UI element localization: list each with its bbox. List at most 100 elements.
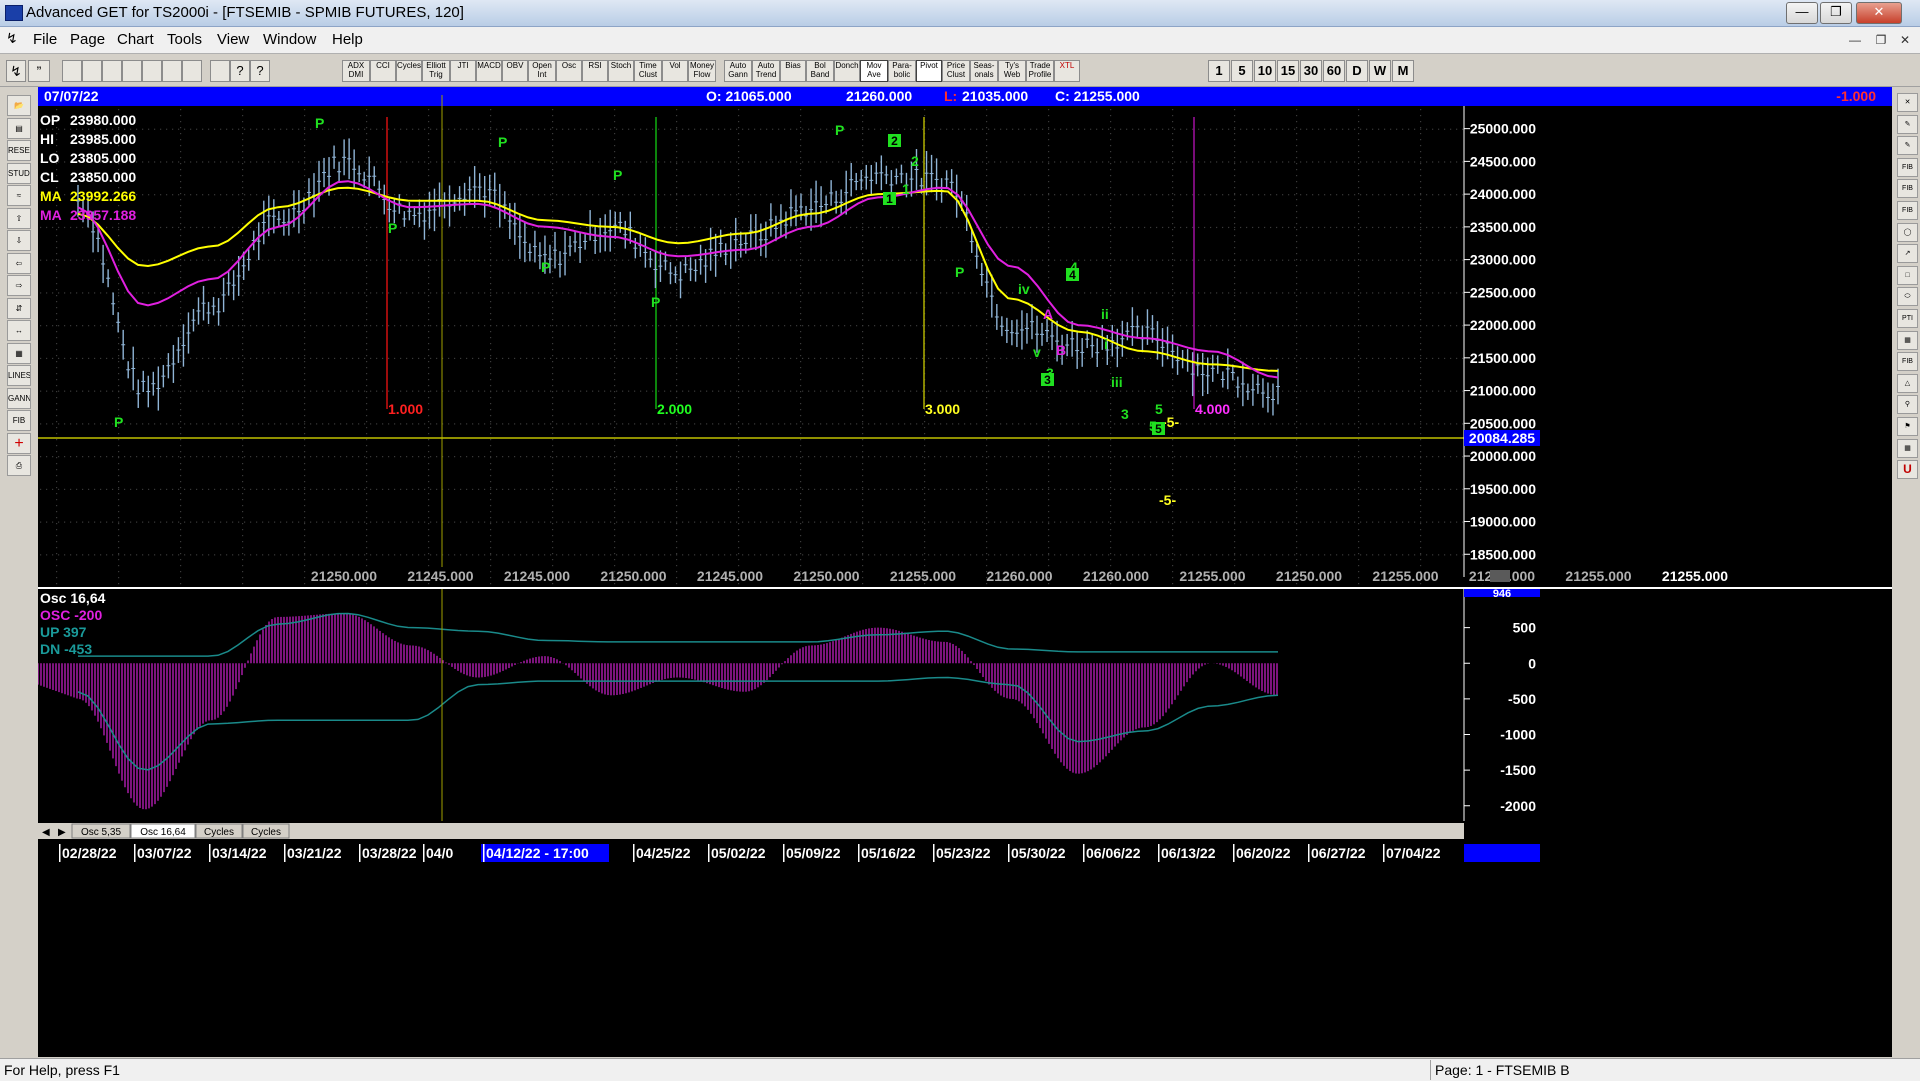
timeframe-button-D[interactable]: D — [1346, 60, 1368, 82]
doc-icon[interactable]: ↯ — [6, 30, 18, 47]
zoom-icon[interactable] — [1490, 570, 1510, 582]
tool-reset-icon[interactable]: RESET — [7, 140, 31, 161]
timeframe-button-15[interactable]: 15 — [1277, 60, 1299, 82]
rtool-arc-icon[interactable]: ◯ — [1897, 223, 1918, 242]
study-button-7[interactable]: Open Int — [528, 60, 556, 82]
timeframe-button-W[interactable]: W — [1369, 60, 1391, 82]
tool-gann-icon[interactable]: GANN — [7, 388, 31, 409]
tool-open-icon[interactable]: 📂 — [7, 95, 31, 116]
tool-print-icon[interactable]: ⎙ — [7, 455, 31, 476]
study-button-19[interactable]: Mov Ave — [860, 60, 888, 82]
cursor-icon[interactable]: ↯ — [6, 60, 26, 82]
close-chart-icon[interactable] — [162, 60, 182, 82]
mdi-minimize-button[interactable]: — — [1846, 32, 1864, 48]
menu-page[interactable]: Page — [70, 31, 105, 48]
menu-tools[interactable]: Tools — [167, 31, 202, 48]
rtool-ellipse-icon[interactable]: ⬭ — [1897, 287, 1918, 306]
study-button-11[interactable]: Time Clust — [634, 60, 662, 82]
minimize-button[interactable]: — — [1786, 2, 1818, 24]
mdi-close-button[interactable]: ✕ — [1896, 32, 1914, 48]
rtool-grid-icon[interactable]: ▦ — [1897, 331, 1918, 350]
rtool-fib-ret-icon[interactable]: FIB — [1897, 158, 1918, 177]
tool-cross-icon[interactable]: + — [7, 433, 31, 454]
new-page-icon[interactable] — [62, 60, 82, 82]
rtool-ray-icon[interactable]: ↗ — [1897, 244, 1918, 263]
study-button-8[interactable]: Osc — [556, 60, 582, 82]
copy-icon[interactable] — [82, 60, 102, 82]
study-button-16[interactable]: Bias — [780, 60, 806, 82]
tool-left-icon[interactable]: ⇦ — [7, 253, 31, 274]
study-button-0[interactable]: ADX DMI — [342, 60, 370, 82]
timeframe-button-5[interactable]: 5 — [1231, 60, 1253, 82]
study-button-17[interactable]: Bol Band — [806, 60, 834, 82]
study-button-3[interactable]: Elliott Trig — [422, 60, 450, 82]
tool-compress-icon[interactable]: ⇵ — [7, 298, 31, 319]
study-button-6[interactable]: OBV — [502, 60, 528, 82]
study-button-13[interactable]: Money Flow — [688, 60, 716, 82]
tab-prev-arrow[interactable]: ◀ — [42, 827, 50, 838]
rtool-box-icon[interactable]: □ — [1897, 266, 1918, 285]
timeframe-button-M[interactable]: M — [1392, 60, 1414, 82]
chart-window[interactable]: 07/07/22 O: 21065.000 21260.000 L: 21035… — [38, 87, 1892, 1057]
study-button-22[interactable]: Price Clust — [942, 60, 970, 82]
rtool-x-icon[interactable]: ✕ — [1897, 93, 1918, 112]
tool-elliott-icon[interactable]: ≈ — [7, 185, 31, 206]
tool-down-icon[interactable]: ⇩ — [7, 230, 31, 251]
study-button-26[interactable]: XTL — [1054, 60, 1080, 82]
rtool-zoom-icon[interactable]: ⚲ — [1897, 395, 1918, 414]
print-icon[interactable] — [210, 60, 230, 82]
study-button-21[interactable]: Pivot — [916, 60, 942, 82]
rtool-fib-ext-icon[interactable]: FIB — [1897, 179, 1918, 198]
timeframe-button-1[interactable]: 1 — [1208, 60, 1230, 82]
rtool-triangle-icon[interactable]: △ — [1897, 374, 1918, 393]
rtool-pti-icon[interactable]: PTI — [1897, 309, 1918, 328]
chart-icon[interactable] — [102, 60, 122, 82]
study-button-5[interactable]: MACD — [476, 60, 502, 82]
timeframe-button-30[interactable]: 30 — [1300, 60, 1322, 82]
tool-lines-icon[interactable]: LINES — [7, 365, 31, 386]
menu-file[interactable]: File — [33, 31, 57, 48]
study-button-1[interactable]: CCI — [370, 60, 396, 82]
menu-help[interactable]: Help — [332, 31, 363, 48]
study-button-24[interactable]: Ty's Web — [998, 60, 1026, 82]
study-button-25[interactable]: Trade Profile — [1026, 60, 1054, 82]
quote-icon[interactable]: ” — [28, 60, 50, 82]
rtool-pencil-icon[interactable]: ✎ — [1897, 115, 1918, 134]
tool-bars-icon[interactable]: ▤ — [7, 118, 31, 139]
study-button-15[interactable]: Auto Trend — [752, 60, 780, 82]
link-icon[interactable] — [122, 60, 142, 82]
tool-fib-icon[interactable]: FIB — [7, 410, 31, 431]
rtool-u-icon[interactable]: U — [1897, 460, 1918, 479]
study-button-18[interactable]: Donch — [834, 60, 860, 82]
tool-study-icon[interactable]: STUDY — [7, 163, 31, 184]
tool-expand-icon[interactable]: ↔ — [7, 320, 31, 341]
study-button-14[interactable]: Auto Gann — [724, 60, 752, 82]
tool-up-icon[interactable]: ⇧ — [7, 208, 31, 229]
study-button-2[interactable]: Cycles — [396, 60, 422, 82]
study-button-4[interactable]: JTI — [450, 60, 476, 82]
study-button-23[interactable]: Seas-onals — [970, 60, 998, 82]
tab-next-arrow[interactable]: ▶ — [58, 827, 66, 838]
rtool-fib-time-icon[interactable]: FIB — [1897, 201, 1918, 220]
menu-view[interactable]: View — [217, 31, 249, 48]
tool-grid-icon[interactable]: ▦ — [7, 343, 31, 364]
refresh-icon[interactable] — [142, 60, 162, 82]
timeframe-button-10[interactable]: 10 — [1254, 60, 1276, 82]
maximize-button[interactable]: ❐ — [1820, 2, 1852, 24]
study-button-9[interactable]: RSI — [582, 60, 608, 82]
study-button-10[interactable]: Stoch — [608, 60, 634, 82]
rtool-calc-icon[interactable]: ▦ — [1897, 439, 1918, 458]
rtool-fib-box-icon[interactable]: FIB — [1897, 352, 1918, 371]
help-icon[interactable]: ? — [230, 60, 250, 82]
layout-icon[interactable] — [182, 60, 202, 82]
close-button[interactable]: ✕ — [1856, 2, 1902, 24]
rtool-pen-icon[interactable]: ✎ — [1897, 136, 1918, 155]
rtool-flag-icon[interactable]: ⚑ — [1897, 417, 1918, 436]
study-button-20[interactable]: Para-bolic — [888, 60, 916, 82]
mdi-restore-button[interactable]: ❐ — [1872, 32, 1890, 48]
menu-window[interactable]: Window — [263, 31, 316, 48]
chart-canvas[interactable]: 07/07/22 O: 21065.000 21260.000 L: 21035… — [38, 87, 1892, 1057]
menu-chart[interactable]: Chart — [117, 31, 154, 48]
context-help-icon[interactable]: ? — [250, 60, 270, 82]
timeframe-button-60[interactable]: 60 — [1323, 60, 1345, 82]
